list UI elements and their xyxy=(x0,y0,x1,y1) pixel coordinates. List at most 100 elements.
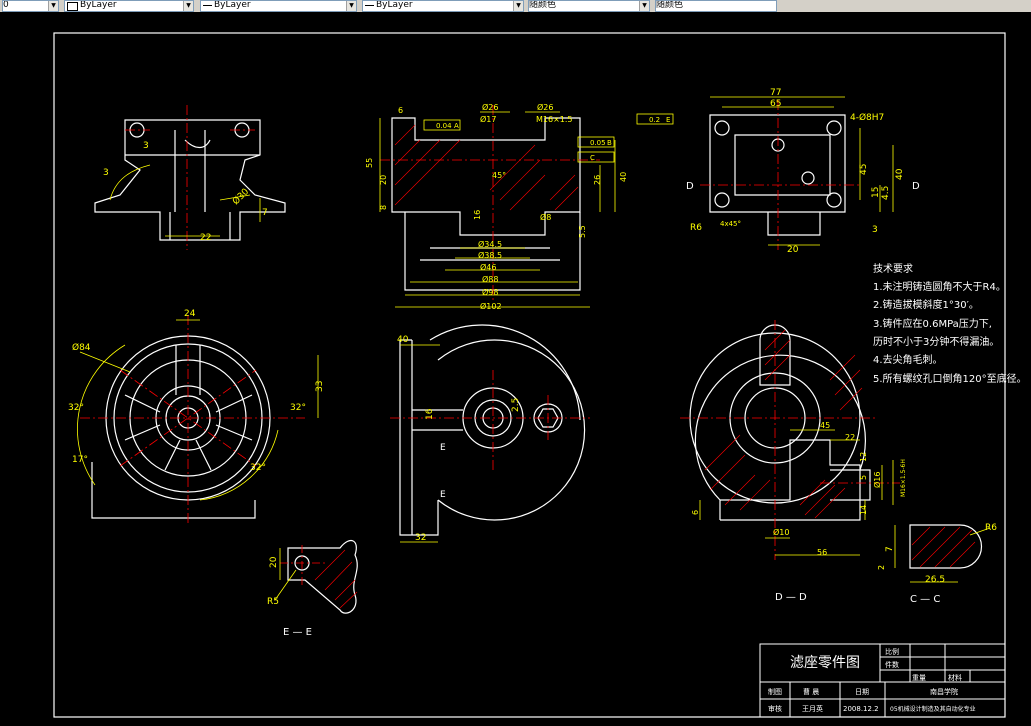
dim-s7: 7 xyxy=(262,208,268,218)
dim-r3b: 3 xyxy=(103,168,109,178)
dim-h2: 2 xyxy=(877,565,886,570)
middle-left-view: Ø84 24 33 32° 32° 32° 17° xyxy=(68,309,325,525)
tol-a-value: 0.04 xyxy=(436,122,452,130)
dim-d10: Ø10 xyxy=(773,527,789,537)
chevron-down-icon[interactable]: ▼ xyxy=(183,1,193,11)
dim-a32b: 32° xyxy=(290,403,306,413)
chevron-down-icon[interactable]: ▼ xyxy=(346,1,356,11)
section-mark-e-bottom: E xyxy=(440,490,446,500)
dim-h7: 7 xyxy=(885,546,895,552)
drawing-title: 滤座零件图 xyxy=(790,655,860,671)
dim-s16: 16 xyxy=(473,210,482,220)
dim-h33: 33 xyxy=(315,381,325,392)
tech-req-item-3: 3.铸件应在0.6MPa压力下, xyxy=(873,317,992,330)
dim-d102: Ø102 xyxy=(480,301,502,311)
dim-d34-5: Ø34.5 xyxy=(478,239,502,249)
tech-req-item-5: 4.去尖角毛刺。 xyxy=(873,353,943,366)
chevron-down-icon[interactable]: ▼ xyxy=(48,1,58,11)
cad-drawing[interactable]: 3 3 Ø30 7 22 Ø26 Ø17 Ø26 6 55 20 8 16 5.… xyxy=(0,12,1031,722)
top-left-view: 3 3 Ø30 7 22 xyxy=(94,105,286,250)
linetype-swatch-icon xyxy=(203,5,212,6)
drawing-canvas[interactable]: 3 3 Ø30 7 22 Ø26 Ø17 Ø26 6 55 20 8 16 5.… xyxy=(0,12,1031,722)
dim-r2-5: 2.5 xyxy=(511,398,521,412)
dim-h12: 12 xyxy=(859,452,868,462)
tech-req-title: 技术要求 xyxy=(873,262,913,275)
weight-label: 重量 xyxy=(912,674,926,682)
dim-m16: M16×1.5 xyxy=(536,115,573,124)
dim-c45: 4x45° xyxy=(720,220,741,228)
lineweight-swatch-icon xyxy=(365,5,374,6)
plotstyle-combo-2[interactable]: 随颜色 xyxy=(655,0,777,12)
tech-req-item-4: 历时不小于3分钟不得漏油。 xyxy=(873,335,999,348)
dim-w22: 22 xyxy=(200,233,211,243)
dim-s16: 16 xyxy=(425,408,435,420)
checker-name: 王月英 xyxy=(802,704,823,713)
dim-t1: 6 xyxy=(398,106,403,115)
dim-d8: Ø8 xyxy=(540,212,551,222)
material-label: 材料 xyxy=(948,673,962,682)
dim-s5-5: 5.5 xyxy=(578,225,587,238)
color-combo[interactable]: ByLayer ▼ xyxy=(64,0,194,12)
tol-c-ref: C xyxy=(590,154,595,162)
dim-holes: 4-Ø8H7 xyxy=(850,112,884,123)
dim-h5: 5 xyxy=(859,475,868,480)
chevron-down-icon[interactable]: ▼ xyxy=(639,1,649,11)
date-value: 2008.12.2 xyxy=(843,705,879,713)
tol-a-ref: A xyxy=(454,122,459,130)
dim-d30: Ø30 xyxy=(230,186,251,207)
school-name: 南昌学院 xyxy=(930,687,958,696)
dim-r5: R5 xyxy=(267,597,279,607)
top-center-section: Ø26 Ø17 Ø26 6 55 20 8 16 5.5 26 40 45° Ø… xyxy=(365,102,674,311)
dim-w20: 20 xyxy=(787,245,799,255)
plotstyle-combo[interactable]: 随颜色 ▼ xyxy=(528,0,650,12)
section-e-label: E — E xyxy=(283,627,312,638)
plotstyle-value-2: 随颜色 xyxy=(656,0,684,10)
dim-thread: M16×1.5-6H xyxy=(900,459,907,497)
section-c-label: C — C xyxy=(910,594,940,605)
dim-s8: 8 xyxy=(379,205,388,210)
designer-label: 制图 xyxy=(768,687,782,696)
dim-r6: R6 xyxy=(690,223,702,233)
dim-h20: 20 xyxy=(269,556,279,568)
checker-label: 审核 xyxy=(768,704,782,713)
dim-d16: Ø16 xyxy=(872,472,882,488)
section-mark-d-right: D xyxy=(912,181,920,192)
dim-h45: 45 xyxy=(859,164,869,175)
dim-h15: 15 xyxy=(871,187,881,198)
dim-d26b: Ø26 xyxy=(537,102,553,112)
dim-d84: Ø84 xyxy=(72,342,91,353)
dim-s26: 26 xyxy=(593,175,602,185)
tech-req-item-2: 2.铸造拔模斜度1°30′。 xyxy=(873,298,979,311)
dim-r3a: 3 xyxy=(143,141,149,151)
dim-d98: Ø98 xyxy=(482,287,498,297)
dim-a32a: 32° xyxy=(68,403,84,413)
dim-h40: 40 xyxy=(895,168,905,180)
tech-req-item-1: 1.未注明铸造圆角不大于R4。 xyxy=(873,280,1006,293)
dim-d26a: Ø26 xyxy=(482,102,498,112)
tol-b-ref: B xyxy=(607,139,612,147)
dim-w26-5: 26.5 xyxy=(925,575,945,585)
section-mark-e-top: E xyxy=(440,443,446,453)
dim-r6: R6 xyxy=(985,523,997,533)
dim-h3: 3 xyxy=(872,225,878,235)
title-block: 滤座零件图 比例 件数 重量 材料 制图 曹 晨 日期 审核 王月英 2008.… xyxy=(759,643,1006,718)
dim-d88: Ø88 xyxy=(482,274,498,284)
linetype-combo[interactable]: ByLayer ▼ xyxy=(200,0,357,12)
lineweight-combo[interactable]: ByLayer ▼ xyxy=(362,0,524,12)
layer-combo[interactable]: 0 ▼ xyxy=(2,0,59,12)
drawing-border xyxy=(53,32,1006,718)
plotstyle-value: 随颜色 xyxy=(529,0,557,10)
dim-w24: 24 xyxy=(184,309,196,319)
dim-h6: 6 xyxy=(691,510,700,515)
tol-e-ref: E xyxy=(666,116,670,124)
dim-w65: 65 xyxy=(770,99,781,109)
top-right-view: 77 65 4-Ø8H7 45 40 15 4.5 3 20 R6 4x45° … xyxy=(686,88,920,255)
dim-s55: 55 xyxy=(365,158,374,168)
dim-w40: 40 xyxy=(397,335,409,345)
qty-label: 件数 xyxy=(885,660,899,669)
color-value: ByLayer xyxy=(80,0,117,10)
dim-a32c: 32° xyxy=(250,463,266,473)
project-name: 05机械设计制造及其自动化专业 xyxy=(890,705,976,713)
chevron-down-icon[interactable]: ▼ xyxy=(513,1,523,11)
dim-s45: 45° xyxy=(492,171,506,180)
